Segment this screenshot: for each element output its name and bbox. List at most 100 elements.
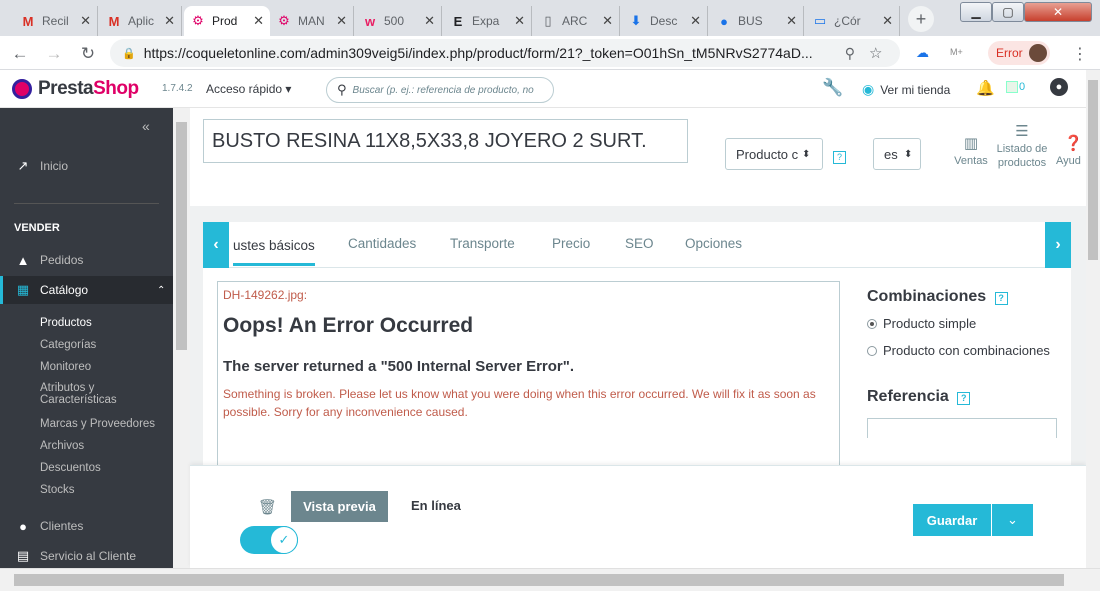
extension-icon[interactable]: M+ (950, 47, 963, 57)
close-tab-icon[interactable]: ✕ (253, 13, 264, 29)
tab-scroll-right-button[interactable]: › (1045, 222, 1071, 268)
maximize-button[interactable]: ▢ (992, 2, 1024, 22)
scrollbar-thumb[interactable] (1088, 80, 1098, 260)
close-tab-icon[interactable]: ✕ (424, 13, 435, 29)
user-icon[interactable]: ● (1050, 78, 1068, 96)
trash-icon[interactable]: 🗑 (258, 498, 277, 516)
scrollbar-thumb[interactable] (176, 122, 187, 350)
search-input[interactable]: ⚲ Buscar (p. ej.: referencia de producto… (326, 77, 554, 103)
sidebar-item-catalog[interactable]: ▦ Catálogo ⌃ (0, 276, 173, 304)
tab-seo[interactable]: SEO (625, 236, 654, 251)
sidebar-item-orders[interactable]: ▲ Pedidos (0, 250, 173, 270)
close-tab-icon[interactable]: ✕ (336, 13, 347, 29)
back-icon[interactable]: ← (10, 44, 30, 64)
close-tab-icon[interactable]: ✕ (690, 13, 701, 29)
sidebar-subitem-monitoring[interactable]: Monitoreo (40, 361, 91, 373)
reference-input[interactable] (867, 418, 1057, 438)
sidebar-subitem-files[interactable]: Archivos (40, 440, 84, 452)
product-type-select[interactable]: Producto c ⬍ (725, 138, 823, 170)
product-list-button[interactable]: ☰ Listado de productos (994, 122, 1050, 170)
sidebar-item-home[interactable]: ↗ Inicio (0, 156, 173, 176)
close-tab-icon[interactable]: ✕ (786, 13, 797, 29)
tab-title: 500 (384, 14, 405, 28)
cart-icon: ▲ (16, 252, 30, 268)
page-horizontal-scrollbar[interactable] (0, 568, 1100, 591)
close-tab-icon[interactable]: ✕ (514, 13, 525, 29)
simple-product-radio[interactable]: Producto simple (867, 316, 1067, 331)
forward-icon[interactable]: → (44, 44, 64, 64)
combinations-product-radio[interactable]: Producto con combinaciones (867, 343, 1067, 358)
browser-tab[interactable]: ● BUS ✕ (710, 6, 804, 36)
reload-icon[interactable]: ↻ (78, 44, 98, 64)
sidebar-subitem-stocks[interactable]: Stocks (40, 484, 75, 496)
page-vertical-scrollbar[interactable] (1086, 70, 1100, 568)
tab-pricing[interactable]: Precio (552, 236, 590, 251)
online-toggle[interactable]: ✓ (240, 526, 298, 554)
zoom-icon[interactable]: ⚲ (845, 45, 855, 62)
close-tab-icon[interactable]: ✕ (882, 13, 893, 29)
product-header-card: BUSTO RESINA 11X8,5X33,8 JOYERO 2 SURT. … (190, 108, 1086, 206)
scrollbar-thumb[interactable] (14, 574, 1064, 586)
browser-tab[interactable]: ⚙ Prod ✕ (184, 6, 270, 36)
url-input[interactable]: 🔒 https://coqueletonline.com/admin309vei… (110, 39, 900, 67)
browser-tab[interactable]: ⬇ Desc ✕ (622, 6, 708, 36)
browser-tab[interactable]: w 500 ✕ (356, 6, 442, 36)
tab-quantities[interactable]: Cantidades (348, 236, 416, 251)
sidebar-subitem-brands[interactable]: Marcas y Proveedores (40, 418, 155, 430)
close-tab-icon[interactable]: ✕ (602, 13, 613, 29)
profile-error-button[interactable]: Error (988, 41, 1050, 65)
sidebar-item-customer-service[interactable]: ▤ Servicio al Cliente (0, 546, 173, 566)
sidebar-item-customers[interactable]: ● Clientes (0, 516, 173, 536)
sidebar-subitem-products[interactable]: Productos (40, 317, 92, 329)
sales-button[interactable]: ▥ Ventas (952, 134, 990, 168)
browser-tab[interactable]: ▭ ¿Cór ✕ (806, 6, 900, 36)
language-select[interactable]: es ⬍ (873, 138, 921, 170)
bell-icon[interactable]: 🔔 (976, 79, 995, 97)
help-icon[interactable]: ? (833, 151, 846, 164)
address-bar: ← → ↻ 🔒 https://coqueletonline.com/admin… (0, 36, 1100, 70)
error-subtitle: The server returned a "500 Internal Serv… (223, 358, 575, 375)
sidebar-subitem-categories[interactable]: Categorías (40, 339, 96, 351)
broken-image: 0 (1006, 81, 1025, 93)
menu-icon[interactable]: ⋮ (1072, 44, 1088, 64)
preview-button[interactable]: Vista previa (291, 491, 388, 522)
wrench-icon[interactable]: 🔧 (822, 78, 843, 98)
browser-tab[interactable]: ⚙ MAN ✕ (270, 6, 354, 36)
sidebar-subitem-attributes[interactable]: Atributos y Características (40, 382, 150, 406)
help-button[interactable]: ❓ Ayud (1056, 134, 1086, 168)
browser-tab[interactable]: M Recil ✕ (14, 6, 98, 36)
collapse-sidebar-button[interactable]: « (142, 118, 150, 134)
browser-tab[interactable]: M Aplic ✕ (100, 6, 182, 36)
select-caret-icon: ⬍ (802, 148, 811, 160)
tab-options[interactable]: Opciones (685, 236, 742, 251)
bookmark-star-icon[interactable]: ☆ (869, 44, 882, 62)
save-options-dropdown[interactable]: ⌄ (992, 504, 1033, 536)
browser-tab[interactable]: E Expa ✕ (444, 6, 532, 36)
cloud-extension-icon[interactable]: ☁ (916, 45, 929, 61)
minimize-button[interactable]: ▁ (960, 2, 992, 22)
tab-basic-settings[interactable]: ustes básicos (233, 238, 315, 266)
sidebar-scrollbar[interactable] (173, 108, 190, 568)
tab-title: ARC (562, 14, 588, 28)
help-icon[interactable]: ? (994, 292, 1008, 305)
close-tab-icon[interactable]: ✕ (80, 13, 91, 29)
tab-shipping[interactable]: Transporte (450, 236, 515, 251)
close-tab-icon[interactable]: ✕ (164, 13, 175, 29)
save-button[interactable]: Guardar (913, 504, 991, 536)
admin-header: PrestaShop 1.7.4.2 Acceso rápido ▾ ⚲ Bus… (0, 70, 1086, 108)
select-caret-icon: ⬍ (904, 148, 913, 160)
close-window-button[interactable]: ✕ (1024, 2, 1092, 22)
help-icon[interactable]: ? (957, 392, 971, 405)
view-store-link[interactable]: ◉ Ver mi tienda (862, 81, 950, 98)
avatar (1028, 44, 1047, 62)
quick-access-dropdown[interactable]: Acceso rápido ▾ (206, 82, 291, 96)
new-tab-button[interactable]: + (908, 6, 934, 32)
browser-tab[interactable]: ▯ ARC ✕ (534, 6, 620, 36)
error-filename: DH-149262.jpg: (223, 288, 308, 302)
tab-scroll-left-button[interactable]: ‹ (203, 222, 229, 268)
prestashop-logo[interactable]: PrestaShop (12, 78, 139, 100)
sidebar-subitem-discounts[interactable]: Descuentos (40, 462, 101, 474)
brand-name-part: Shop (93, 78, 139, 99)
product-name-input[interactable]: BUSTO RESINA 11X8,5X33,8 JOYERO 2 SURT. (203, 119, 688, 163)
tab-favicon-icon: M (108, 13, 120, 29)
